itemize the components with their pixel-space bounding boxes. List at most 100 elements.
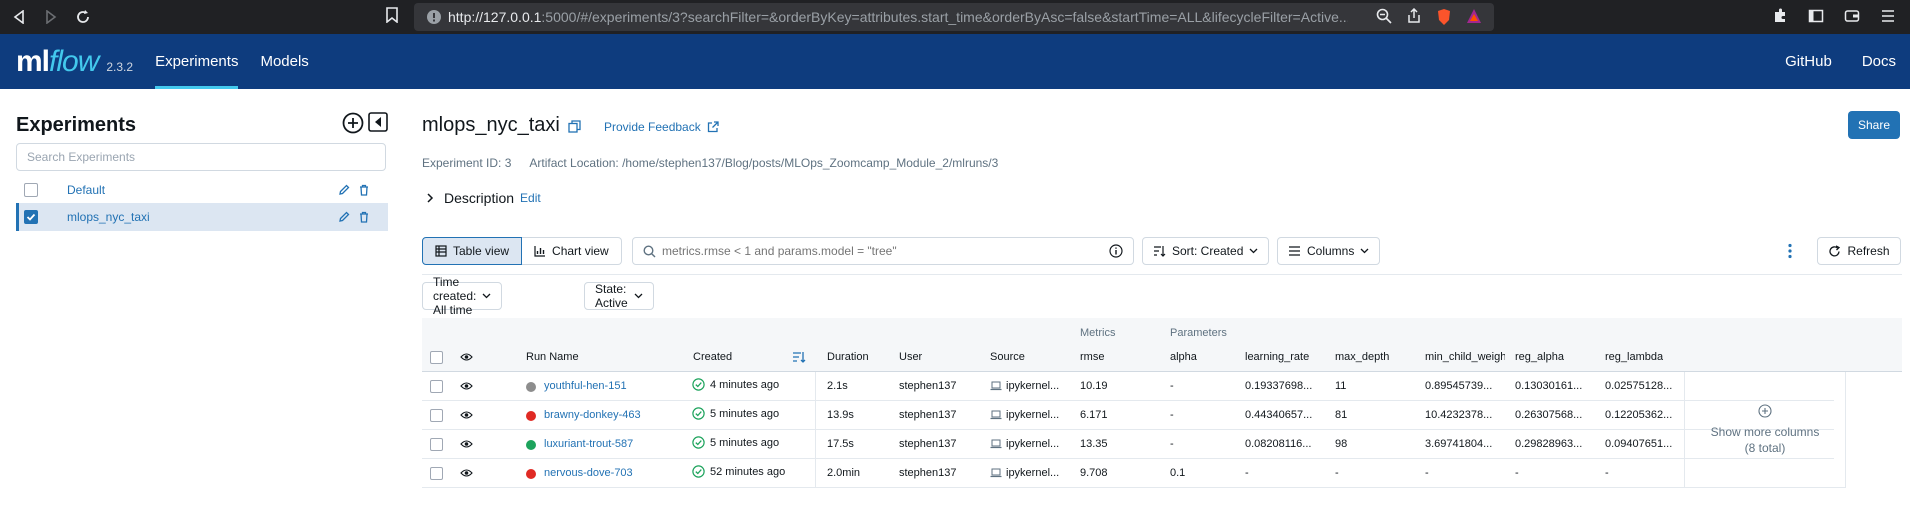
col-run-name[interactable]: Run Name [526, 351, 579, 363]
cell-max-depth: - [1335, 467, 1339, 479]
chevron-right-icon[interactable] [426, 193, 434, 203]
cell-source[interactable]: ipykernel... [990, 438, 1059, 450]
provide-feedback-link[interactable]: Provide Feedback [604, 120, 719, 134]
col-rmse[interactable]: rmse [1080, 351, 1104, 363]
table-row[interactable]: nervous-dove-703 52 minutes ago 2.0min step… [422, 459, 1834, 488]
reload-icon[interactable] [74, 8, 92, 26]
zoom-icon[interactable] [1376, 8, 1392, 26]
sort-descending-icon[interactable] [792, 351, 806, 363]
edit-description-link[interactable]: Edit [520, 191, 541, 205]
description-label[interactable]: Description [444, 190, 514, 206]
visibility-icon[interactable] [460, 410, 473, 420]
run-search-field[interactable] [632, 237, 1134, 265]
run-search-input[interactable] [662, 244, 1102, 258]
github-link[interactable]: GitHub [1785, 53, 1832, 70]
run-name-link[interactable]: luxuriant-trout-587 [544, 438, 633, 450]
experiment-item-default[interactable]: Default [16, 176, 388, 204]
brave-shield-icon[interactable] [1436, 8, 1452, 26]
run-name-link[interactable]: brawny-donkey-463 [544, 409, 641, 421]
search-experiments-input[interactable]: Search Experiments [16, 143, 386, 171]
row-checkbox[interactable] [430, 467, 443, 480]
site-info-icon[interactable] [426, 9, 442, 25]
show-more-columns-button[interactable]: Show more columns (8 total) [1684, 372, 1846, 488]
check-circle-icon [692, 378, 705, 391]
external-link-icon [707, 121, 719, 133]
cell-duration: 2.1s [827, 380, 848, 392]
cell-reg-lambda: 0.09407651... [1605, 438, 1673, 450]
columns-dropdown[interactable]: Columns [1277, 237, 1381, 265]
edit-icon[interactable] [338, 184, 350, 196]
row-checkbox[interactable] [430, 409, 443, 422]
table-row[interactable]: brawny-donkey-463 5 minutes ago 13.9s steph… [422, 401, 1834, 430]
cell-rmse: 9.708 [1080, 467, 1108, 479]
run-name-link[interactable]: youthful-hen-151 [544, 380, 627, 392]
visibility-icon[interactable] [460, 352, 473, 362]
address-bar[interactable]: http://127.0.0.1:5000/#/experiments/3?se… [414, 3, 1494, 31]
table-header: Metrics Parameters Run Name Created Dura… [422, 318, 1902, 372]
sort-dropdown[interactable]: Sort: Created [1142, 237, 1270, 265]
table-row[interactable]: luxuriant-trout-587 5 minutes ago 17.5s ste… [422, 430, 1834, 459]
search-icon [643, 244, 656, 258]
experiment-item-mlops-nyc-taxi[interactable]: mlops_nyc_taxi [16, 203, 388, 231]
experiment-checkbox[interactable] [24, 183, 38, 197]
bookmark-icon[interactable] [386, 7, 398, 23]
chart-view-button[interactable]: Chart view [522, 237, 622, 265]
forward-icon[interactable] [42, 8, 60, 26]
browser-toolbar: http://127.0.0.1:5000/#/experiments/3?se… [0, 0, 1910, 34]
collapse-sidebar-icon[interactable] [368, 112, 388, 134]
info-icon[interactable] [1109, 244, 1123, 258]
menu-icon[interactable] [1880, 8, 1896, 24]
cell-min-child-weight: 0.89545739... [1425, 380, 1493, 392]
time-created-dropdown[interactable]: Time created: All time [422, 275, 503, 317]
experiment-name[interactable]: Default [67, 183, 105, 197]
col-reg-lambda[interactable]: reg_lambda [1605, 351, 1663, 363]
refresh-button[interactable]: Refresh [1817, 237, 1901, 265]
mlflow-logo[interactable]: ml flow 2.3.2 [16, 45, 133, 79]
table-row[interactable]: youthful-hen-151 4 minutes ago 2.1s stephen… [422, 372, 1834, 401]
run-name-link[interactable]: nervous-dove-703 [544, 467, 633, 479]
col-user[interactable]: User [899, 351, 922, 363]
visibility-icon[interactable] [460, 468, 473, 478]
select-all-checkbox[interactable] [430, 351, 443, 364]
col-min-child-weight[interactable]: min_child_weigh [1425, 351, 1505, 363]
cell-source[interactable]: ipykernel... [990, 409, 1059, 421]
visibility-icon[interactable] [460, 439, 473, 449]
chart-icon [534, 245, 546, 257]
row-checkbox[interactable] [430, 380, 443, 393]
cell-min-child-weight: - [1425, 467, 1429, 479]
wallet-icon[interactable] [1844, 8, 1860, 24]
extensions-icon[interactable] [1772, 8, 1788, 24]
visibility-icon[interactable] [460, 381, 473, 391]
col-reg-alpha[interactable]: reg_alpha [1515, 351, 1564, 363]
sidebar-toggle-icon[interactable] [1808, 8, 1824, 24]
edit-icon[interactable] [338, 211, 350, 223]
col-learning-rate[interactable]: learning_rate [1245, 351, 1309, 363]
table-view-button[interactable]: Table view [422, 237, 523, 265]
cell-source[interactable]: ipykernel... [990, 467, 1059, 479]
check-circle-icon [692, 407, 705, 420]
create-experiment-icon[interactable] [342, 112, 364, 134]
more-options-icon[interactable] [1788, 243, 1792, 259]
experiment-name[interactable]: mlops_nyc_taxi [67, 210, 150, 224]
back-icon[interactable] [10, 8, 28, 26]
copy-icon[interactable] [568, 120, 581, 133]
col-source[interactable]: Source [990, 351, 1025, 363]
nav-experiments[interactable]: Experiments [155, 34, 239, 89]
row-checkbox[interactable] [430, 438, 443, 451]
cell-alpha: - [1170, 438, 1174, 450]
col-duration[interactable]: Duration [827, 351, 869, 363]
brave-rewards-icon[interactable] [1466, 8, 1482, 26]
share-button[interactable]: Share [1848, 111, 1900, 139]
cell-source[interactable]: ipykernel... [990, 380, 1059, 392]
delete-icon[interactable] [358, 211, 370, 223]
experiment-checkbox[interactable] [24, 210, 38, 224]
state-dropdown[interactable]: State: Active [584, 282, 654, 310]
col-max-depth[interactable]: max_depth [1335, 351, 1389, 363]
col-created[interactable]: Created [693, 351, 732, 363]
col-alpha[interactable]: alpha [1170, 351, 1197, 363]
nav-models[interactable]: Models [260, 34, 308, 89]
cell-rmse: 13.35 [1080, 438, 1108, 450]
docs-link[interactable]: Docs [1862, 53, 1896, 70]
share-page-icon[interactable] [1406, 8, 1422, 26]
delete-icon[interactable] [358, 184, 370, 196]
